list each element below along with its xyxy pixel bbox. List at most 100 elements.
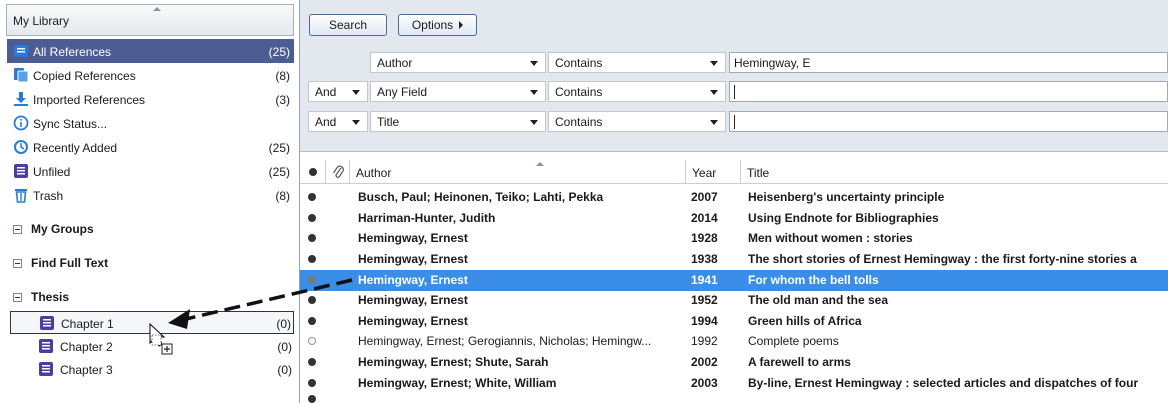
search-operator-select[interactable]: Contains: [548, 52, 726, 73]
trash-icon: [13, 187, 29, 203]
year-cell: 1992: [691, 334, 718, 348]
book-icon: [38, 361, 54, 377]
table-row-selected[interactable]: Hemingway, Ernest 1941 For whom the bell…: [300, 270, 1168, 291]
group-label: Chapter 3: [60, 363, 113, 377]
sort-caret-icon: [153, 7, 161, 11]
title-cell: By-line, Ernest Hemingway : selected art…: [748, 376, 1139, 390]
group-label: Chapter 2: [60, 340, 113, 354]
search-text-value: Hemingway, E: [734, 56, 811, 70]
group-label: All References: [33, 45, 112, 59]
group-chapter-3[interactable]: Chapter 3 (0): [10, 358, 294, 381]
search-operator-select[interactable]: Contains: [548, 111, 726, 132]
group-all-references[interactable]: All References (25): [7, 39, 294, 63]
search-button[interactable]: Search: [309, 14, 387, 36]
group-label: Sync Status...: [33, 117, 108, 131]
search-operator-select[interactable]: Contains: [548, 81, 726, 102]
title-cell: Using Endnote for Bibliographies: [748, 211, 939, 225]
group-chapter-1[interactable]: Chapter 1 (0): [10, 311, 294, 334]
unread-dot-icon: [308, 255, 316, 263]
boolean-value: And: [315, 115, 337, 129]
author-cell: Hemingway, Ernest: [358, 293, 468, 307]
group-label: Imported References: [33, 93, 146, 107]
group-unfiled[interactable]: Unfiled (25): [7, 159, 294, 183]
group-imported-references[interactable]: Imported References (3): [7, 87, 294, 111]
group-recently-added[interactable]: Recently Added (25): [7, 135, 294, 159]
boolean-select[interactable]: And: [308, 81, 368, 102]
table-row[interactable]: Hemingway, Ernest 1928 Men without women…: [300, 228, 1168, 249]
dropdown-arrow-icon: [352, 90, 360, 95]
search-button-label: Search: [328, 18, 368, 32]
options-button[interactable]: Options: [398, 14, 477, 36]
group-copied-references[interactable]: Copied References (8): [7, 63, 294, 87]
year-column-header[interactable]: Year: [686, 160, 741, 184]
group-trash[interactable]: Trash (8): [7, 183, 294, 207]
table-row[interactable]: Busch, Paul; Heinonen, Teiko; Lahti, Pek…: [300, 187, 1168, 208]
search-panel: Search Options Author Contains Hemingway…: [300, 0, 1168, 152]
group-chapter-2[interactable]: Chapter 2 (0): [10, 335, 294, 358]
group-count: (8): [275, 189, 290, 203]
boolean-value: And: [315, 85, 337, 99]
group-label: Chapter 1: [61, 317, 114, 331]
table-row[interactable]: Hemingway, Ernest; White, William 2003 B…: [300, 373, 1168, 394]
search-field-select[interactable]: Title: [370, 111, 546, 132]
book-icon: [13, 43, 29, 59]
library-title: My Library: [13, 14, 70, 28]
search-field-value: Author: [377, 56, 413, 70]
book-icon: [39, 315, 55, 331]
group-label: Copied References: [33, 69, 136, 83]
author-column-header[interactable]: Author: [350, 160, 686, 184]
author-cell: Hemingway, Ernest: [358, 231, 468, 245]
year-cell: 2014: [691, 211, 718, 225]
table-row[interactable]: Hemingway, Ernest 1938 The short stories…: [300, 249, 1168, 270]
table-row[interactable]: Hemingway, Ernest; Gerogiannis, Nicholas…: [300, 331, 1168, 352]
year-cell: 2003: [691, 376, 718, 390]
search-field-select[interactable]: Any Field: [370, 81, 546, 102]
dropdown-arrow-icon: [352, 120, 360, 125]
search-text-input[interactable]: Hemingway, E: [729, 52, 1168, 73]
copied-icon: [13, 67, 29, 83]
author-header-label: Author: [356, 166, 392, 180]
unread-dot-icon: [308, 317, 316, 325]
table-row[interactable]: Hemingway, Ernest 1952 The old man and t…: [300, 290, 1168, 311]
read-status-column-header[interactable]: [300, 160, 326, 184]
attachment-column-header[interactable]: [326, 160, 350, 184]
title-column-header[interactable]: Title: [741, 160, 1168, 184]
unread-dot-icon: [308, 276, 316, 284]
author-cell: Hemingway, Ernest; Gerogiannis, Nicholas…: [358, 334, 652, 348]
dropdown-arrow-icon: [710, 90, 718, 95]
clock-icon: [13, 139, 29, 155]
year-cell: 1994: [691, 314, 718, 328]
search-operator-value: Contains: [555, 85, 603, 99]
group-sync-status[interactable]: Sync Status...: [7, 111, 294, 135]
group-label: Trash: [33, 189, 64, 203]
collapse-icon[interactable]: [13, 225, 22, 234]
table-row-partial[interactable]: [300, 394, 1168, 403]
title-cell: Green hills of Africa: [748, 314, 862, 328]
search-field-select[interactable]: Author: [370, 52, 546, 73]
paperclip-icon: [333, 165, 344, 178]
table-row[interactable]: Harriman-Hunter, Judith 2014 Using Endno…: [300, 208, 1168, 229]
search-text-input[interactable]: [729, 111, 1168, 132]
group-label: Recently Added: [33, 141, 118, 155]
author-cell: Hemingway, Ernest: [358, 273, 468, 287]
title-header-label: Title: [747, 166, 770, 180]
title-cell: For whom the bell tolls: [748, 273, 879, 287]
search-operator-value: Contains: [555, 56, 603, 70]
search-operator-value: Contains: [555, 115, 603, 129]
group-count: (25): [268, 165, 290, 179]
collapse-icon[interactable]: [13, 293, 22, 302]
references-pane: Search Options Author Contains Hemingway…: [300, 0, 1168, 403]
boolean-select[interactable]: And: [308, 111, 368, 132]
group-count: (25): [268, 45, 290, 59]
section-label: Thesis: [31, 290, 70, 304]
group-count: (0): [277, 340, 292, 354]
library-header[interactable]: My Library: [6, 4, 294, 36]
collapse-icon[interactable]: [13, 259, 22, 268]
table-row[interactable]: Hemingway, Ernest 1994 Green hills of Af…: [300, 311, 1168, 332]
table-row[interactable]: Hemingway, Ernest; Shute, Sarah 2002 A f…: [300, 352, 1168, 373]
title-cell: Complete poems: [748, 334, 839, 348]
dropdown-arrow-icon: [710, 120, 718, 125]
year-cell: 1938: [691, 252, 718, 266]
year-header-label: Year: [692, 166, 717, 180]
search-text-input[interactable]: [729, 81, 1168, 102]
